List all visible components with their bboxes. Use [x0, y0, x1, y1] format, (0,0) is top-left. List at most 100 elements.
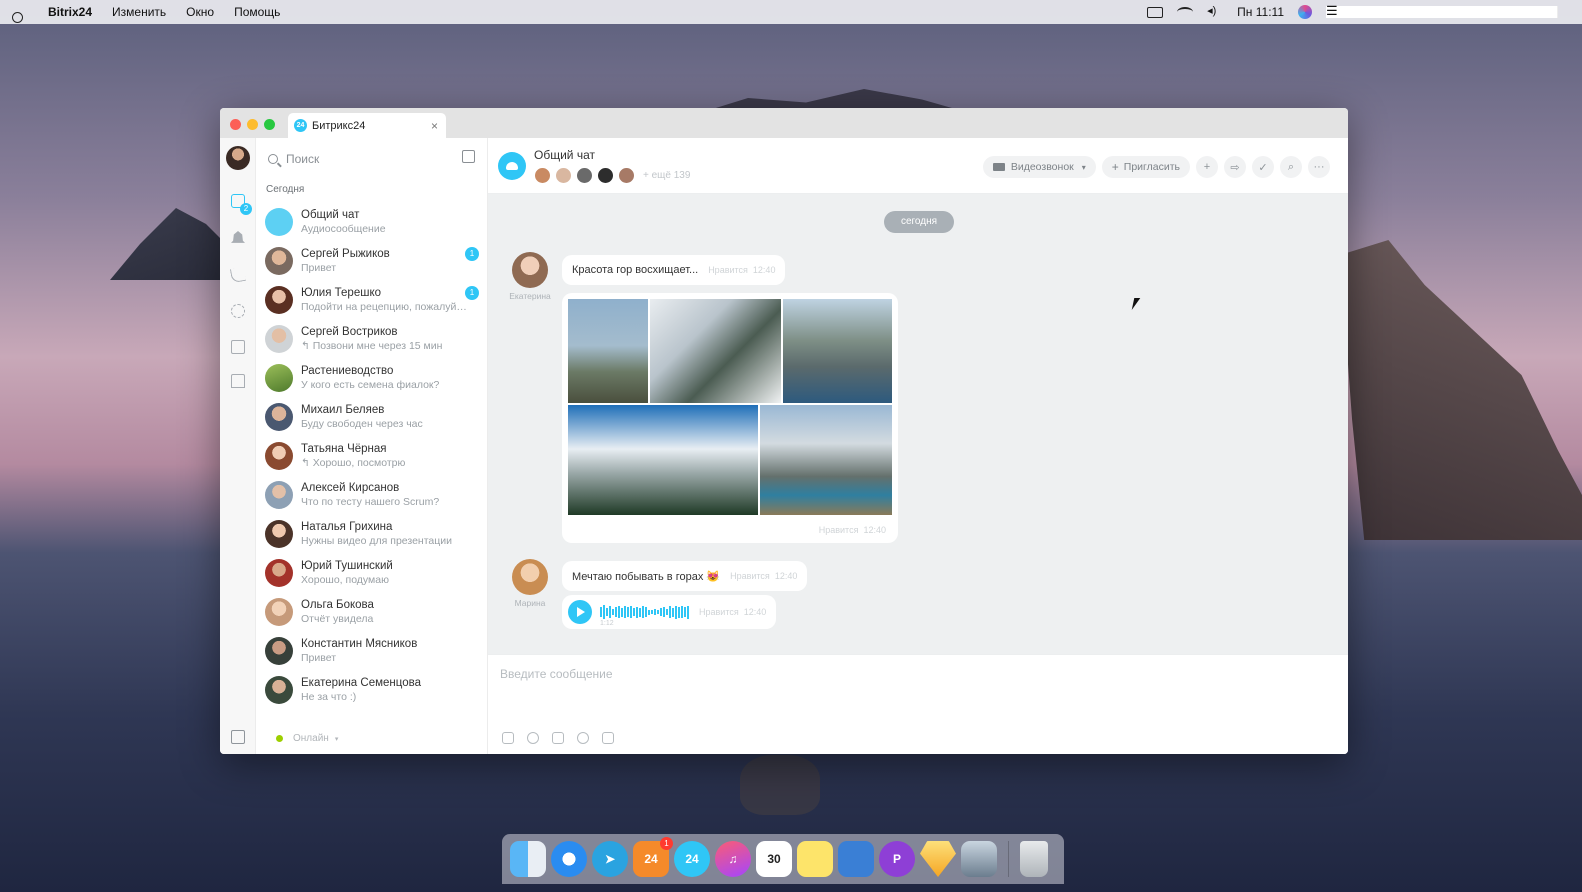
- bitrix24-icon[interactable]: 24: [674, 841, 710, 877]
- message-bubble[interactable]: Красота гор восхищает... Нравится 12:40: [562, 255, 786, 285]
- command-icon[interactable]: [552, 732, 564, 744]
- list-item[interactable]: Михаил Беляев Буду свободен через час: [256, 397, 488, 436]
- like-button[interactable]: Нравится: [708, 265, 748, 275]
- voice-message-bubble[interactable]: 1:12 Нравится 12:40: [562, 595, 777, 629]
- members-more[interactable]: + ещё 139: [643, 170, 690, 181]
- add-icon[interactable]: +: [1196, 156, 1218, 178]
- photo-thumbnail[interactable]: [760, 405, 892, 515]
- avatar: [265, 246, 293, 275]
- smile-icon[interactable]: [577, 732, 589, 744]
- music-icon[interactable]: ♫: [715, 841, 751, 877]
- avatar[interactable]: [512, 559, 548, 595]
- share-icon[interactable]: ⇨: [1224, 156, 1246, 178]
- message-meta: Нравится 12:40: [730, 571, 797, 581]
- volume-icon[interactable]: [1207, 4, 1223, 18]
- telegram-icon[interactable]: ➤: [592, 841, 628, 877]
- attach-icon[interactable]: [502, 732, 514, 744]
- photo-thumbnail[interactable]: [568, 405, 758, 515]
- list-item[interactable]: Юлия Терешко Подойти на рецепцию, пожалуй…: [256, 280, 488, 319]
- author-name: Марина: [514, 598, 546, 608]
- photo-thumbnail[interactable]: [783, 299, 892, 403]
- spotlight-search-icon[interactable]: [12, 12, 23, 23]
- tab-bitrix24[interactable]: 24 Битрикс24 ×: [288, 113, 446, 138]
- play-icon[interactable]: [568, 600, 592, 624]
- message-bubble[interactable]: Мечтаю побывать в горах 😻 Нравится 12:40: [562, 561, 808, 591]
- message-meta: Нравится 12:40: [819, 525, 886, 535]
- phone-icon[interactable]: [229, 266, 247, 284]
- list-item[interactable]: Ольга Бокова Отчёт увидела: [256, 592, 488, 631]
- open-window-icon[interactable]: [231, 730, 245, 744]
- search-messages-icon[interactable]: ⌕: [1280, 156, 1302, 178]
- chats-badge: 2: [240, 203, 252, 215]
- menu-edit[interactable]: Изменить: [112, 5, 166, 19]
- like-button[interactable]: Нравится: [730, 571, 770, 581]
- list-item[interactable]: Алексей Кирсанов Что по тесту нашего Scru…: [256, 475, 488, 514]
- menu-app-name[interactable]: Bitrix24: [48, 5, 92, 19]
- chat-title[interactable]: Общий чат: [534, 148, 595, 162]
- keynote-icon[interactable]: [838, 841, 874, 877]
- wifi-icon[interactable]: [1177, 7, 1194, 17]
- task-icon[interactable]: ✓: [1252, 156, 1274, 178]
- list-item[interactable]: Екатерина Семенцова Не за что :): [256, 670, 488, 709]
- chats-icon[interactable]: 2: [231, 194, 252, 215]
- podcast-icon[interactable]: P: [879, 841, 915, 877]
- chat-name: Михаил Беляев: [301, 403, 385, 416]
- menu-help[interactable]: Помощь: [234, 5, 280, 19]
- notifications-icon[interactable]: [231, 231, 245, 243]
- section-today: Сегодня: [266, 184, 305, 195]
- list-item[interactable]: Татьяна Чёрная ↰ Хорошо, посмотрю: [256, 436, 488, 475]
- list-item[interactable]: Сергей Рыжиков Привет 1: [256, 241, 488, 280]
- menu-extras: Пн 11:11: [12, 3, 1558, 23]
- trash-icon[interactable]: [1020, 841, 1048, 877]
- notes-icon[interactable]: [797, 841, 833, 877]
- minimize-window-button[interactable]: [247, 119, 258, 130]
- list-item[interactable]: Общий чат Аудиосообщение: [256, 202, 488, 241]
- airplay-icon[interactable]: [1147, 6, 1164, 18]
- message-composer[interactable]: Введите сообщение: [488, 654, 1348, 754]
- status-selector[interactable]: Онлайн ▾: [276, 733, 338, 744]
- list-item[interactable]: Юрий Тушинский Хорошо, подумаю: [256, 553, 488, 592]
- close-window-button[interactable]: [230, 119, 241, 130]
- message-input[interactable]: Введите сообщение: [500, 667, 613, 681]
- like-button[interactable]: Нравится: [699, 607, 739, 617]
- siri-icon[interactable]: [1298, 5, 1312, 19]
- chat-header: Общий чат + ещё 139 Видеозвонок ▾ + Приг…: [488, 138, 1348, 194]
- search-input[interactable]: Поиск: [268, 150, 458, 168]
- bitrix24-window: 24 Битрикс24 × 2 Поиск Сегодня Общий чат…: [220, 108, 1348, 754]
- news-icon[interactable]: [231, 340, 245, 354]
- new-chat-icon[interactable]: [462, 150, 475, 163]
- photo-thumbnail[interactable]: [568, 299, 648, 403]
- calendar-icon[interactable]: 30: [756, 841, 792, 877]
- my-avatar[interactable]: [226, 146, 250, 170]
- photo-gallery-message[interactable]: Нравится 12:40: [562, 293, 898, 543]
- sketch-icon[interactable]: [920, 841, 956, 877]
- list-item[interactable]: Растениеводство У кого есть семена фиалок…: [256, 358, 488, 397]
- mention-icon[interactable]: [527, 732, 539, 744]
- safari-icon[interactable]: [551, 841, 587, 877]
- group-chat-icon[interactable]: [498, 152, 526, 180]
- invite-button[interactable]: + Пригласить: [1101, 156, 1190, 178]
- disk-icon[interactable]: [231, 374, 245, 388]
- invite-label: Пригласить: [1123, 161, 1180, 173]
- like-button[interactable]: Нравится: [819, 525, 859, 535]
- avatar[interactable]: [512, 252, 548, 288]
- member-avatars[interactable]: + ещё 139: [534, 167, 690, 184]
- list-item[interactable]: Константин Мясников Привет: [256, 631, 488, 670]
- chevron-down-icon[interactable]: ▾: [1082, 163, 1086, 172]
- bitrix24-chat-icon[interactable]: 24 1: [633, 837, 673, 877]
- chat-name: Константин Мясников: [301, 637, 418, 650]
- menu-window[interactable]: Окно: [186, 5, 214, 19]
- notification-center-icon[interactable]: [1326, 3, 1558, 19]
- finder-icon[interactable]: [510, 841, 546, 877]
- list-item[interactable]: Сергей Вострикoв ↰ Позвони мне через 15 м…: [256, 319, 488, 358]
- more-icon[interactable]: ···: [1308, 156, 1330, 178]
- photo-thumbnail[interactable]: [650, 299, 781, 403]
- clock[interactable]: Пн 11:11: [1237, 5, 1284, 19]
- preview-icon[interactable]: [961, 841, 997, 877]
- zoom-window-button[interactable]: [264, 119, 275, 130]
- video-call-button[interactable]: Видеозвонок ▾: [982, 156, 1096, 178]
- list-item[interactable]: Наталья Грихина Нужны видео для презентац…: [256, 514, 488, 553]
- document-icon[interactable]: [602, 732, 614, 744]
- tab-close-icon[interactable]: ×: [431, 119, 438, 133]
- settings-icon[interactable]: [231, 304, 245, 318]
